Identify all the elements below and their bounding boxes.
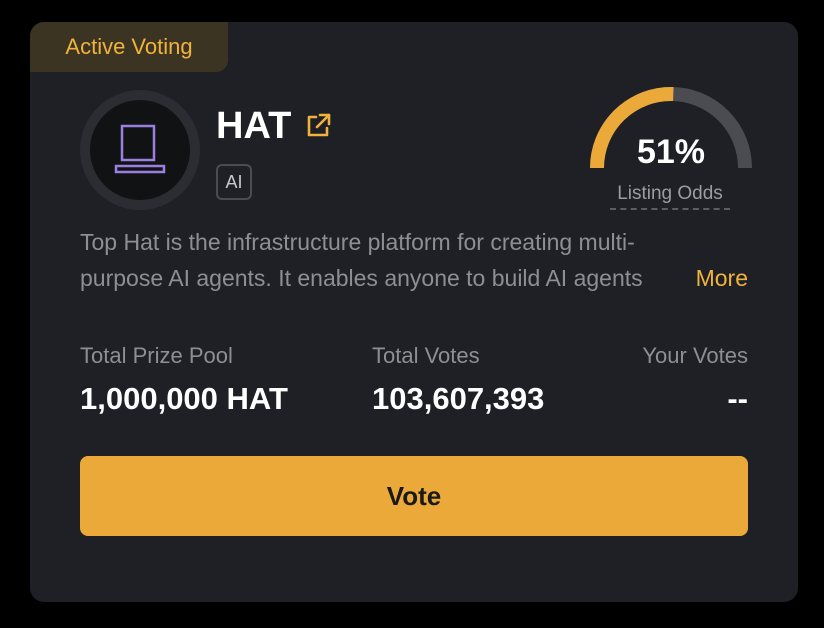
description-line-1: Top Hat is the infrastructure platform f… bbox=[80, 229, 635, 255]
token-logo bbox=[80, 90, 200, 210]
your-votes-label: Your Votes bbox=[642, 343, 748, 368]
laptop-icon bbox=[114, 124, 166, 174]
total-votes-label: Total Votes bbox=[372, 343, 480, 368]
total-votes-value: 103,607,393 bbox=[372, 381, 545, 416]
status-badge: Active Voting bbox=[30, 22, 228, 72]
more-link[interactable]: More bbox=[696, 260, 748, 296]
listing-odds-value: 51% bbox=[636, 133, 706, 171]
your-votes-value: -- bbox=[727, 381, 748, 416]
total-prize-pool-label: Total Prize Pool bbox=[80, 343, 233, 368]
voting-card: Active Voting HAT AI 51% Listing Odds To… bbox=[30, 22, 798, 602]
external-link-icon[interactable] bbox=[302, 110, 334, 142]
description-line-2: purpose AI agents. It enables anyone to … bbox=[80, 265, 643, 291]
vote-button[interactable]: Vote bbox=[80, 456, 748, 536]
token-name: HAT bbox=[216, 105, 292, 147]
category-tag: AI bbox=[216, 164, 252, 200]
project-description: Top Hat is the infrastructure platform f… bbox=[80, 224, 748, 296]
listing-odds-label[interactable]: Listing Odds bbox=[610, 182, 730, 210]
total-prize-pool-value: 1,000,000 HAT bbox=[80, 381, 288, 416]
